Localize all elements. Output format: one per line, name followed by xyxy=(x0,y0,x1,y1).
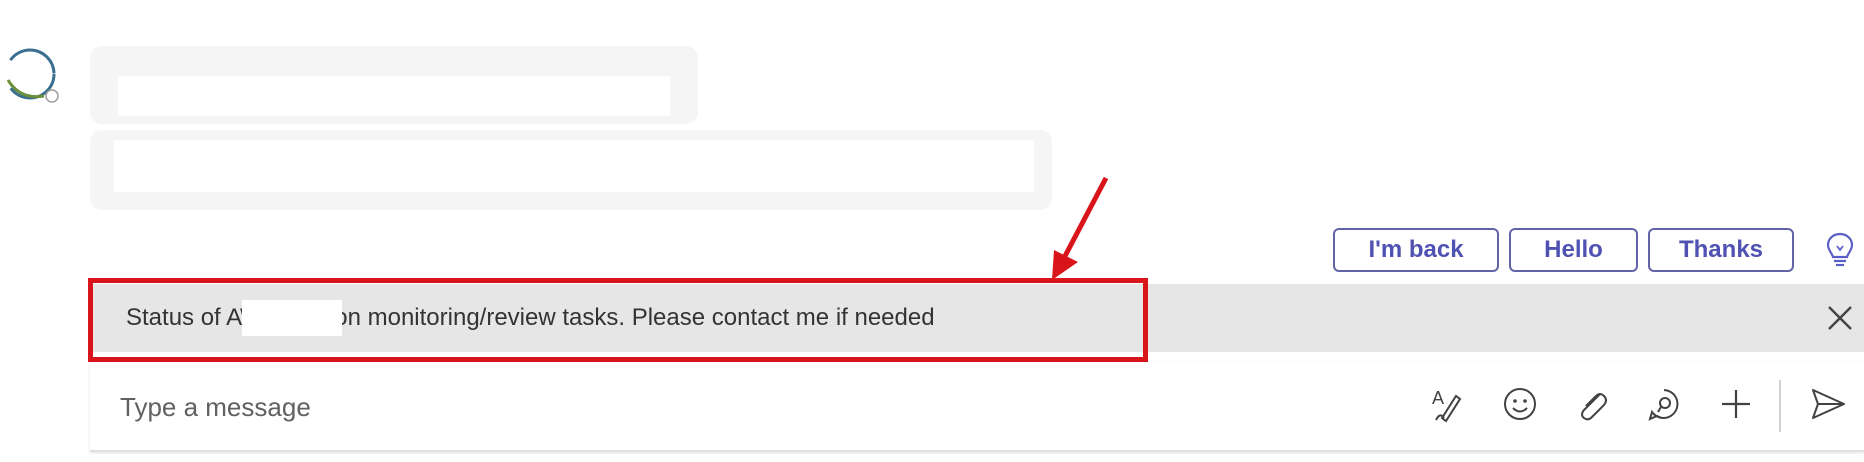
suggested-reply-im-back[interactable]: I'm back xyxy=(1333,228,1499,272)
status-message: Working on monitoring/review tasks. Plea… xyxy=(240,304,935,331)
redacted-name xyxy=(242,300,342,336)
toolbar-divider xyxy=(1779,380,1781,432)
suggested-reply-thanks[interactable]: Thanks xyxy=(1648,228,1794,272)
loop-icon[interactable] xyxy=(1642,382,1686,426)
format-icon[interactable]: A xyxy=(1426,382,1470,426)
plus-icon[interactable] xyxy=(1714,382,1758,426)
status-banner: Status of AWorking on monitoring/review … xyxy=(90,284,1864,352)
emoji-icon[interactable] xyxy=(1498,382,1542,426)
redacted-content xyxy=(114,140,1034,192)
close-icon[interactable] xyxy=(1822,300,1858,336)
send-icon[interactable] xyxy=(1806,382,1850,426)
status-prefix: Status of A xyxy=(126,304,243,331)
lightbulb-icon[interactable] xyxy=(1822,230,1858,270)
redacted-content xyxy=(118,76,670,116)
svg-text:A: A xyxy=(1432,388,1444,408)
compose-box: A xyxy=(90,362,1864,452)
suggested-reply-hello[interactable]: Hello xyxy=(1509,228,1638,272)
attach-icon[interactable] xyxy=(1570,382,1614,426)
annotation-arrow xyxy=(1040,172,1120,282)
message-input[interactable] xyxy=(118,384,1422,430)
avatar[interactable] xyxy=(0,44,62,106)
